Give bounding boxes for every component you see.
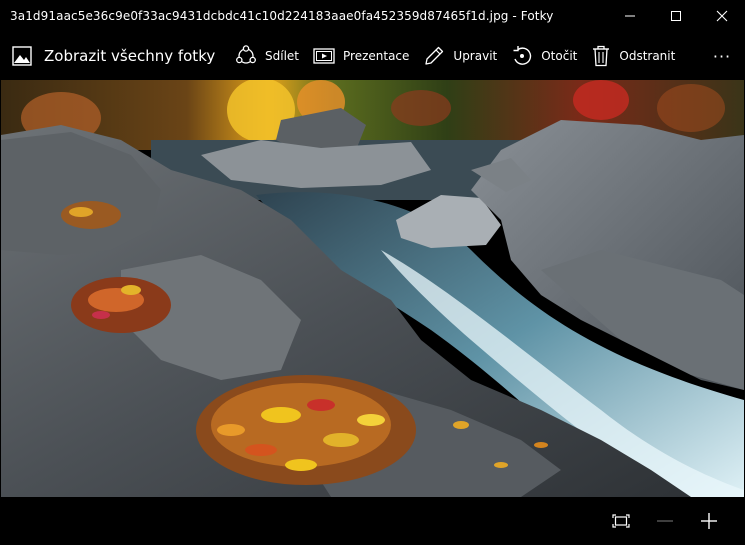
zoom-out-button[interactable] bbox=[643, 501, 687, 541]
rotate-label: Otočit bbox=[541, 49, 578, 63]
slideshow-label: Prezentace bbox=[343, 49, 410, 63]
zoom-bar bbox=[0, 497, 745, 545]
slideshow-button[interactable]: Prezentace bbox=[306, 32, 416, 80]
delete-button[interactable]: Odstranit bbox=[584, 32, 682, 80]
zoom-in-button[interactable] bbox=[687, 501, 731, 541]
close-icon bbox=[716, 10, 728, 22]
see-all-photos-label: Zobrazit všechny fotky bbox=[44, 47, 216, 65]
photo-image bbox=[1, 80, 744, 497]
zoom-out-icon bbox=[657, 520, 673, 522]
close-button[interactable] bbox=[699, 0, 745, 32]
maximize-button[interactable] bbox=[653, 0, 699, 32]
share-label: Sdílet bbox=[265, 49, 299, 63]
fit-screen-icon bbox=[612, 514, 630, 528]
share-button[interactable]: Sdílet bbox=[228, 32, 306, 80]
zoom-in-icon bbox=[701, 513, 717, 529]
edit-label: Upravit bbox=[453, 49, 498, 63]
command-bar: Zobrazit všechny fotky Sdílet Prezentace… bbox=[0, 32, 745, 80]
photos-icon bbox=[12, 46, 32, 66]
slideshow-icon bbox=[313, 48, 335, 64]
see-all-photos-button[interactable]: Zobrazit všechny fotky bbox=[0, 32, 228, 80]
trash-icon bbox=[593, 45, 610, 67]
minimize-icon bbox=[625, 15, 635, 17]
share-icon bbox=[236, 45, 256, 64]
minimize-button[interactable] bbox=[607, 0, 653, 32]
edit-button[interactable]: Upravit bbox=[416, 32, 504, 80]
fit-screen-button[interactable] bbox=[599, 501, 643, 541]
photo-viewer[interactable] bbox=[1, 80, 744, 497]
rotate-icon bbox=[513, 46, 532, 65]
more-options-button[interactable]: ··· bbox=[699, 32, 745, 80]
title-bar: 3a1d91aac5e36c9e0f33ac9431dcbdc41c10d224… bbox=[0, 0, 745, 32]
window-title: 3a1d91aac5e36c9e0f33ac9431dcbdc41c10d224… bbox=[10, 9, 554, 23]
maximize-icon bbox=[671, 11, 681, 21]
pencil-icon bbox=[425, 46, 444, 65]
rotate-button[interactable]: Otočit bbox=[504, 32, 584, 80]
delete-label: Odstranit bbox=[619, 49, 676, 63]
